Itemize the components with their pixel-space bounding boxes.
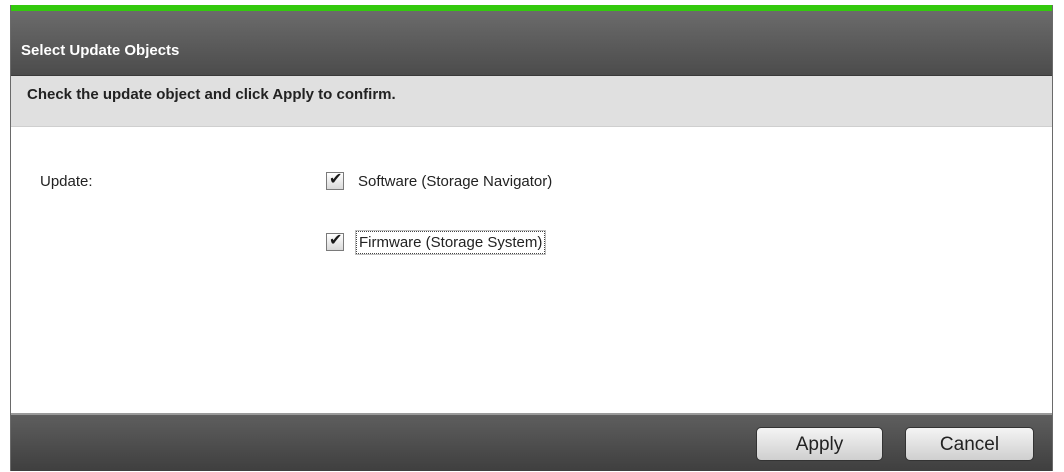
dialog-title: Select Update Objects [21,42,180,59]
dialog-footer: Apply Cancel [11,413,1052,471]
select-update-objects-dialog: Select Update Objects Check the update o… [10,5,1053,471]
firmware-option[interactable]: ✔ Firmware (Storage System) [326,229,547,255]
apply-button[interactable]: Apply [756,427,883,461]
software-option[interactable]: ✔ Software (Storage Navigator) [326,169,554,193]
checkmark-icon: ✔ [329,171,343,188]
firmware-option-label[interactable]: Firmware (Storage System) [354,229,547,255]
update-field-label: Update: [40,173,93,190]
instruction-text: Check the update object and click Apply … [27,86,396,103]
checkmark-icon: ✔ [329,232,343,249]
software-option-label[interactable]: Software (Storage Navigator) [356,171,554,192]
title-bar: Select Update Objects [11,11,1052,76]
software-checkbox[interactable]: ✔ [326,171,344,190]
firmware-checkbox[interactable]: ✔ [326,232,344,251]
cancel-button[interactable]: Cancel [905,427,1034,461]
instruction-bar: Check the update object and click Apply … [11,76,1052,127]
